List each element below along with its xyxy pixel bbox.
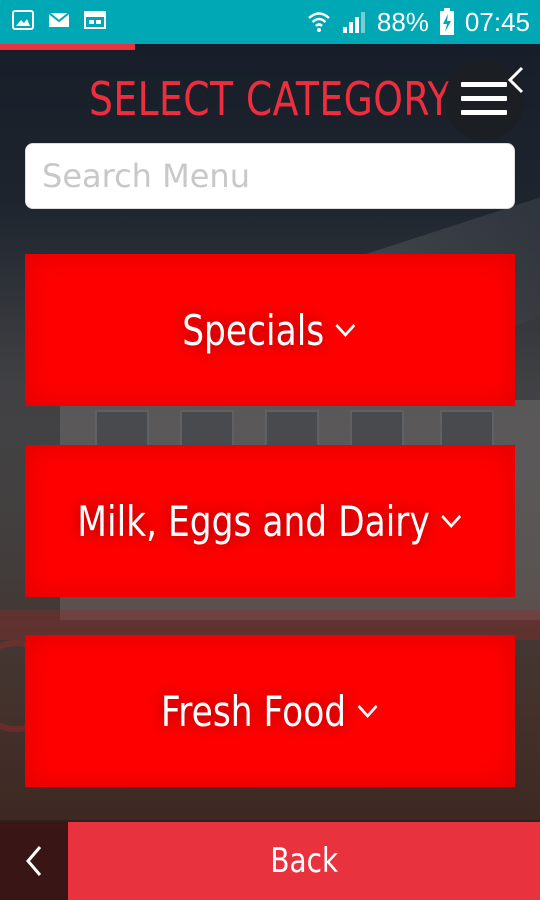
chevron-left-icon[interactable] [500,64,530,94]
back-button-label: Back [270,841,338,881]
chevron-down-icon [357,704,378,719]
category-milk-eggs-dairy[interactable]: Milk, Eggs and Dairy [25,445,515,597]
signal-icon [342,12,365,33]
back-button[interactable]: Back [68,822,540,900]
app-screen: 88% 07:45 SELECT CATEGORY Specials [0,0,540,900]
background-window [350,410,404,448]
battery-icon [439,8,454,35]
hamburger-icon [461,96,507,101]
clock: 07:45 [464,6,530,37]
category-specials[interactable]: Specials [25,254,515,406]
chevron-down-icon [336,323,356,338]
gallery-icon [12,10,34,30]
category-label-wrap: Milk, Eggs and Dairy [77,497,462,546]
category-fresh-food[interactable]: Fresh Food [25,635,515,787]
hamburger-icon [461,110,507,115]
calendar-icon [84,11,106,29]
chevron-down-icon [441,514,462,529]
wifi-icon [308,12,330,32]
status-bar: 88% 07:45 [0,0,540,44]
background-window [95,410,149,448]
loading-progress [0,44,135,50]
category-label: Fresh Food [160,686,347,736]
category-label: Milk, Eggs and Dairy [77,496,430,546]
search-input[interactable] [25,143,515,209]
background-window [180,410,234,448]
mail-icon [48,12,70,27]
category-label-wrap: Specials [183,306,358,355]
category-label: Specials [182,305,325,355]
chevron-left-icon [26,846,42,876]
background-window [440,410,494,448]
footer-bar: Back [0,822,540,900]
back-arrow-button[interactable] [0,822,68,900]
background-window [265,410,319,448]
battery-percent: 88% [376,6,429,37]
category-label-wrap: Fresh Food [161,687,379,736]
page-title: SELECT CATEGORY [88,72,451,126]
